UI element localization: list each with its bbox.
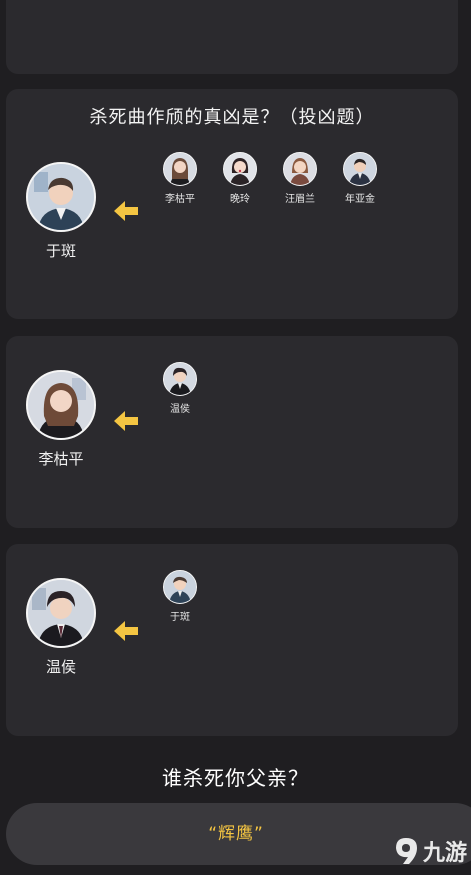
voter-avatar [343, 152, 377, 186]
suspect-name: 于斑 [45, 242, 76, 260]
voter-avatar [163, 570, 197, 604]
arrow-left-icon [114, 621, 138, 641]
voter-name: 晚玲 [230, 194, 250, 205]
suspect-name: 李枯平 [38, 450, 84, 468]
suspect-avatar [26, 578, 96, 648]
suspect-avatar [26, 370, 96, 440]
voter-item[interactable]: 汪眉兰 [270, 152, 330, 205]
arrow-left-icon [114, 411, 138, 431]
voter-item[interactable]: 晚玲 [210, 152, 270, 205]
voter-item[interactable]: 于斑 [150, 570, 210, 623]
voter-avatar [283, 152, 317, 186]
watermark: 九游 [391, 835, 467, 867]
suspect-avatar [26, 162, 96, 232]
voter-avatar [163, 152, 197, 186]
voter-name: 李枯平 [165, 194, 195, 205]
voter-name: 汪眉兰 [285, 194, 315, 205]
voter-name: 年亚金 [345, 194, 375, 205]
question-title: 杀死曲作颀的真凶是？（投凶题） [89, 107, 375, 128]
previous-question-card [6, 0, 458, 74]
next-question-title: 谁杀死你父亲？ [162, 766, 309, 790]
suspect-name: 温侯 [45, 658, 76, 676]
main-suspect[interactable]: 温侯 [6, 578, 116, 677]
main-suspect[interactable]: 于斑 [6, 162, 116, 261]
page: 杀死曲作颀的真凶是？（投凶题） 于斑 李枯平 晚玲 汪眉兰 年亚金 李枯平 温侯… [0, 0, 471, 875]
arrow-left-icon [114, 201, 138, 221]
vote-card: 温侯 于斑 [6, 544, 458, 736]
question-card: 杀死曲作颀的真凶是？（投凶题） 于斑 李枯平 晚玲 汪眉兰 年亚金 [6, 89, 458, 319]
main-suspect[interactable]: 李枯平 [6, 370, 116, 469]
voter-avatar [163, 362, 197, 396]
9-logo-icon [395, 838, 417, 864]
voter-name: 温侯 [170, 404, 190, 415]
vote-card: 李枯平 温侯 [6, 336, 458, 528]
voter-name: 于斑 [170, 612, 190, 623]
watermark-text: 九游 [422, 841, 467, 866]
voter-avatar [223, 152, 257, 186]
voter-item[interactable]: 年亚金 [330, 152, 390, 205]
voter-item[interactable]: 李枯平 [150, 152, 210, 205]
voter-item[interactable]: 温侯 [150, 362, 210, 415]
